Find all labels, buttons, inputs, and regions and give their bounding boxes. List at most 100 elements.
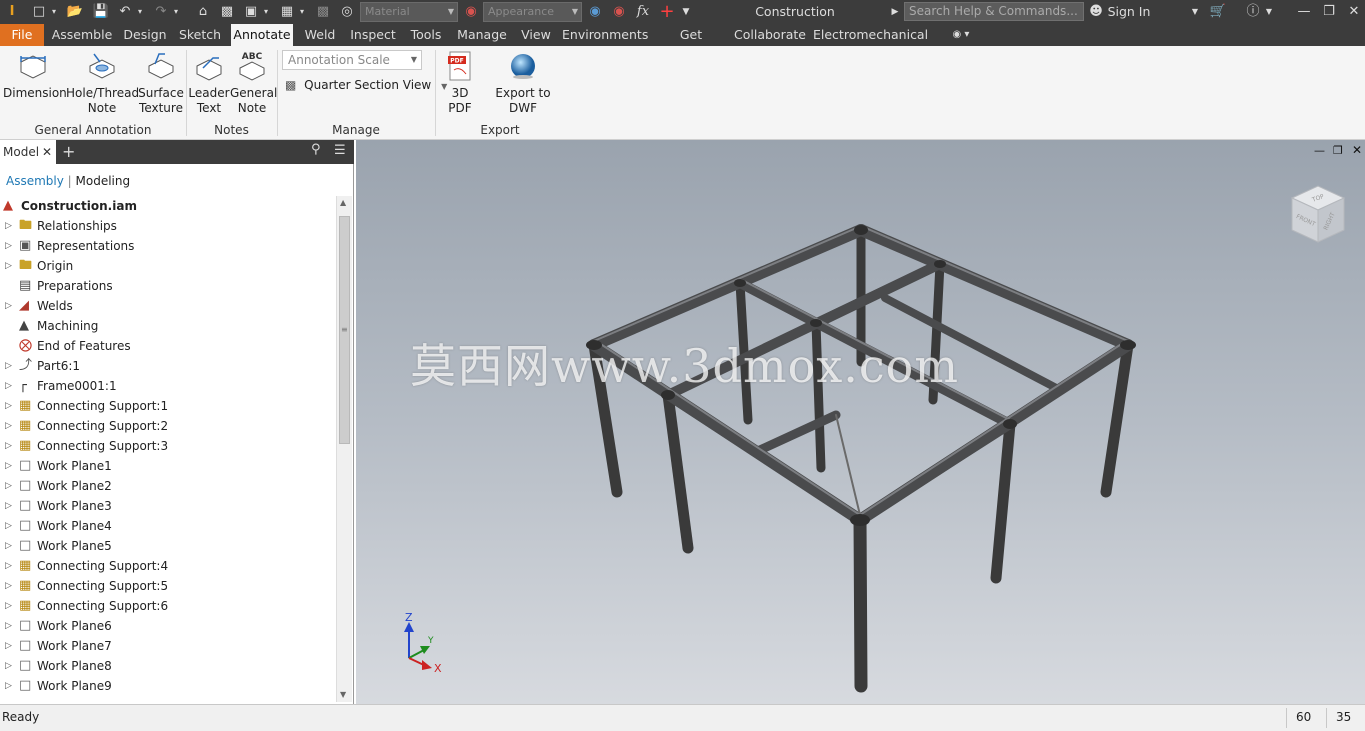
assembly-view-link[interactable]: Assembly (6, 174, 64, 188)
tree-node[interactable]: ▷ ▦ Connecting Support:5 (0, 576, 336, 596)
scrollbar-thumb[interactable]: ≡ (339, 216, 350, 444)
3d-pdf-button[interactable]: PDF 3D PDF (438, 48, 482, 116)
redo-icon[interactable]: ↷ (152, 2, 170, 22)
redo-dropdown-icon[interactable]: ▾ (172, 2, 180, 22)
expand-chevron-icon[interactable]: ▷ (5, 456, 12, 476)
user-icon[interactable]: ☻ (1088, 2, 1104, 22)
tree-node[interactable]: ▷ □ Work Plane8 (0, 656, 336, 676)
tab-inspect[interactable]: Inspect (347, 24, 399, 46)
close-icon[interactable]: ✕ (1345, 2, 1363, 22)
appearance-icon[interactable]: ◉ (462, 2, 480, 22)
expand-chevron-icon[interactable]: ▷ (5, 616, 12, 636)
expand-chevron-icon[interactable]: ▷ (5, 556, 12, 576)
annotation-scale-select[interactable]: Annotation Scale ▼ (282, 50, 422, 70)
expand-chevron-icon[interactable]: ▷ (5, 596, 12, 616)
restore-icon[interactable]: ❐ (1320, 2, 1338, 22)
clear-appearance-icon[interactable]: ◉ (610, 2, 628, 22)
expand-chevron-icon[interactable]: ▷ (5, 296, 12, 316)
open-icon[interactable]: 📂 (66, 2, 84, 22)
expand-chevron-icon[interactable]: ▷ (5, 216, 12, 236)
tab-file[interactable]: File (0, 24, 44, 46)
expand-chevron-icon[interactable]: ▷ (5, 256, 12, 276)
scroll-up-icon[interactable]: ▲ (340, 198, 346, 207)
global-icon[interactable]: ◎ (338, 2, 356, 22)
tree-node[interactable]: ▷ ▦ Connecting Support:3 (0, 436, 336, 456)
sign-in-dropdown-icon[interactable]: ▼ (1190, 2, 1200, 22)
tab-design[interactable]: Design (120, 24, 170, 46)
expand-chevron-icon[interactable]: ▷ (5, 676, 12, 696)
tree-node[interactable]: ▷ □ Work Plane9 (0, 676, 336, 696)
cart-icon[interactable]: 🛒 (1209, 2, 1227, 22)
expand-chevron-icon[interactable]: ▷ (5, 636, 12, 656)
tab-view[interactable]: View (517, 24, 555, 46)
tree-node[interactable]: ▤ Preparations (0, 276, 336, 296)
expand-chevron-icon[interactable]: ▷ (5, 396, 12, 416)
dimension-button[interactable]: Dimension (3, 48, 67, 101)
steel-frame-model[interactable] (356, 140, 1365, 704)
tree-node[interactable]: ▷ ▦ Connecting Support:6 (0, 596, 336, 616)
close-icon[interactable]: ✕ (42, 140, 52, 164)
tab-electromechanical[interactable]: Electromechanical (813, 24, 928, 46)
expand-chevron-icon[interactable]: ▷ (5, 416, 12, 436)
expand-chevron-icon[interactable]: ▷ (5, 436, 12, 456)
export-to-dwf-button[interactable]: Export to DWF (484, 48, 562, 116)
tree-node[interactable]: ▷ ◢ Welds (0, 296, 336, 316)
browser-tab-model[interactable]: Model ✕ (0, 140, 56, 164)
tree-node[interactable]: ▷ ▣ Representations (0, 236, 336, 256)
tree-node[interactable]: ▷ □ Work Plane4 (0, 516, 336, 536)
tab-get-started[interactable]: Get Started (655, 24, 727, 64)
tab-collaborate[interactable]: Collaborate (734, 24, 806, 46)
tab-environments[interactable]: Environments (562, 24, 648, 46)
new-file-icon[interactable]: □ (30, 2, 48, 22)
minimize-icon[interactable]: — (1295, 2, 1313, 22)
tree-node[interactable]: ▷ □ Work Plane3 (0, 496, 336, 516)
browser-scrollbar[interactable]: ▲ ≡ ▼ (336, 196, 352, 702)
tab-weld[interactable]: Weld (300, 24, 340, 46)
expand-chevron-icon[interactable]: ▷ (5, 236, 12, 256)
expand-chevron-icon[interactable]: ▷ (5, 376, 12, 396)
home-icon[interactable]: ⌂ (194, 2, 212, 22)
quarter-section-view-button[interactable]: ▩ Quarter Section View ▼ (285, 76, 447, 94)
customize-dropdown-icon[interactable]: ▼ (680, 2, 692, 22)
tab-manage[interactable]: Manage (453, 24, 511, 46)
tree-node[interactable]: ▷ 🖿 Relationships (0, 216, 336, 236)
expand-chevron-icon[interactable]: ▷ (5, 496, 12, 516)
search-input[interactable]: Search Help & Commands... (904, 2, 1084, 21)
general-note-button[interactable]: ABC General Note (230, 48, 277, 116)
modeling-view-link[interactable]: Modeling (76, 174, 131, 188)
graphics-viewport[interactable]: — ❐ ✕ TOP FRONT RIGHT 莫西网www.3dmox.com Z… (356, 140, 1365, 704)
expand-chevron-icon[interactable]: ▷ (5, 536, 12, 556)
tree-node[interactable]: ▲ Machining (0, 316, 336, 336)
expand-chevron-icon[interactable]: ▷ (5, 356, 12, 376)
undo-icon[interactable]: ↶ (116, 2, 134, 22)
save-icon[interactable]: 💾 (92, 2, 110, 22)
tab-assemble[interactable]: Assemble (50, 24, 114, 46)
tree-node[interactable]: ▷ ⤴ Part6:1 (0, 356, 336, 376)
fx-icon[interactable]: fx (634, 2, 652, 22)
leader-text-button[interactable]: Leader Text (188, 48, 230, 116)
measure-icon[interactable]: ▩ (314, 2, 332, 22)
tree-node[interactable]: ⨂ End of Features (0, 336, 336, 356)
tree-node[interactable]: ▷ □ Work Plane5 (0, 536, 336, 556)
material-select[interactable]: Material ▼ (360, 2, 458, 22)
expand-chevron-icon[interactable]: ▷ (5, 576, 12, 596)
undo-dropdown-icon[interactable]: ▾ (136, 2, 144, 22)
tree-node[interactable]: ▷ ▦ Connecting Support:2 (0, 416, 336, 436)
tab-annotate[interactable]: Annotate (231, 24, 293, 46)
hole-thread-note-button[interactable]: Hole/Thread Note (66, 48, 139, 116)
tree-node[interactable]: ▷ ▦ Connecting Support:4 (0, 556, 336, 576)
tab-sketch[interactable]: Sketch (176, 24, 224, 46)
tree-node[interactable]: ▷ □ Work Plane2 (0, 476, 336, 496)
tree-node[interactable]: ▲ Construction.iam (0, 196, 336, 216)
new-dropdown-icon[interactable]: ▾ (50, 2, 58, 22)
update-icon[interactable]: ▦ (278, 2, 296, 22)
expand-chevron-icon[interactable]: ▷ (5, 516, 12, 536)
help-dropdown-icon[interactable]: ▼ (1264, 2, 1274, 22)
update-dropdown-icon[interactable]: ▾ (298, 2, 306, 22)
expand-chevron-icon[interactable]: ▷ (5, 656, 12, 676)
adjust-icon[interactable]: ◉ (586, 2, 604, 22)
help-icon[interactable]: ⓘ (1244, 2, 1262, 22)
sign-in-link[interactable]: Sign In (1106, 2, 1152, 22)
tree-node[interactable]: ▷ ┌ Frame0001:1 (0, 376, 336, 396)
appearance-select[interactable]: Appearance ▼ (483, 2, 582, 22)
